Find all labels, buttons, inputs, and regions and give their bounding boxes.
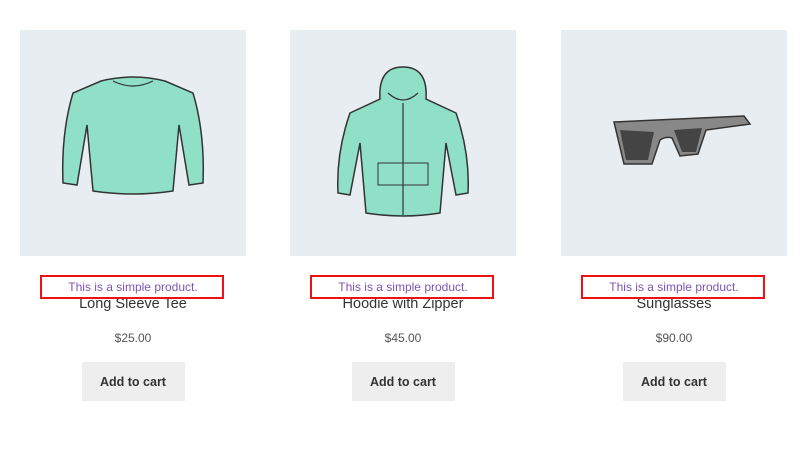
add-to-cart-button[interactable]: Add to cart (351, 362, 455, 401)
add-to-cart-button[interactable]: Add to cart (81, 362, 185, 401)
product-image-long-sleeve-tee[interactable] (20, 30, 246, 256)
product-card: This is a simple product. Sunglasses $90… (561, 30, 787, 401)
product-price: $45.00 (384, 331, 422, 345)
product-image-hoodie-with-zipper[interactable] (290, 30, 516, 256)
hoodie-with-zipper-image (337, 66, 469, 217)
product-description: This is a simple product. (338, 280, 468, 294)
product-description: This is a simple product. (68, 280, 198, 294)
product-description: This is a simple product. (609, 280, 739, 294)
product-card: This is a simple product. Hoodie with Zi… (290, 30, 516, 401)
product-image-sunglasses[interactable] (561, 30, 787, 256)
add-to-cart-button[interactable]: Add to cart (622, 362, 726, 401)
sunglasses-image (613, 115, 752, 165)
product-price: $90.00 (655, 331, 693, 345)
product-price: $25.00 (114, 331, 152, 345)
long-sleeve-tee-image (61, 76, 205, 195)
product-card: This is a simple product. Long Sleeve Te… (20, 30, 246, 401)
